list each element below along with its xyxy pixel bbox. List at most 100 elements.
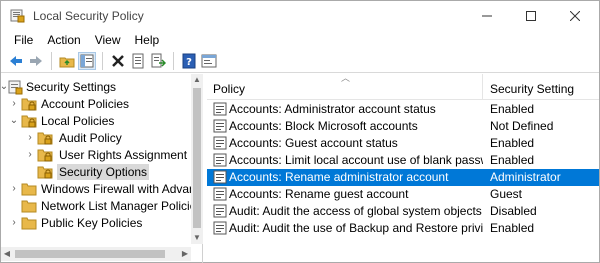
properties-icon [132, 53, 144, 68]
policy-list: ︿ Policy Security Setting Accounts: Admi… [207, 74, 599, 263]
expand-arrow-icon[interactable]: › [9, 96, 19, 112]
svg-text:?: ? [186, 57, 192, 68]
up-folder-icon [59, 57, 75, 67]
forward-button[interactable] [27, 52, 45, 70]
tree-item-label: Windows Firewall with Advanc [41, 182, 202, 196]
tree-item-label: Public Key Policies [41, 216, 143, 230]
tree-item-label: User Rights Assignment [59, 148, 188, 162]
export-list-button[interactable] [149, 52, 167, 70]
tree-item-account-policies[interactable]: › Account Policies [1, 96, 202, 112]
tree-item-security-settings[interactable]: ⌄ Security Settings [1, 79, 202, 95]
scrollbar-thumb[interactable] [15, 250, 165, 258]
title-bar: Local Security Policy [1, 1, 599, 31]
list-row-selected[interactable]: Accounts: Rename administrator account A… [207, 169, 599, 186]
tree-item-label: Security Options [57, 164, 150, 180]
list-row[interactable]: Accounts: Administrator account status E… [207, 101, 599, 118]
tree-item-security-options[interactable]: Security Options [1, 164, 202, 180]
policy-name: Accounts: Limit local account use of bla… [229, 153, 483, 167]
security-settings-icon [8, 80, 23, 95]
list-row[interactable]: Audit: Audit the access of global system… [207, 203, 599, 220]
scroll-left-icon[interactable]: ◀ [1, 248, 13, 260]
policy-name: Accounts: Administrator account status [229, 102, 436, 116]
scrollbar-thumb[interactable] [193, 88, 201, 228]
policy-icon [213, 187, 227, 201]
policy-icon [213, 221, 227, 235]
forward-icon [30, 55, 42, 66]
expand-arrow-icon[interactable]: › [25, 130, 35, 146]
list-header: ︿ Policy Security Setting [207, 74, 599, 100]
scroll-down-icon[interactable]: ▼ [191, 232, 203, 244]
scroll-up-icon[interactable]: ▲ [191, 74, 203, 86]
security-policy-app-icon [10, 9, 25, 23]
policy-name: Audit: Audit the access of global system… [229, 204, 482, 218]
policy-name: Accounts: Rename guest account [229, 187, 409, 201]
column-header-security-setting[interactable]: Security Setting [484, 74, 599, 100]
security-setting-value: Enabled [490, 102, 535, 116]
list-row[interactable]: Accounts: Guest account status Enabled [207, 135, 599, 152]
toolbar: ? [1, 49, 599, 73]
export-icon [151, 53, 166, 67]
help-button[interactable]: ? [180, 52, 198, 70]
list-row[interactable]: Accounts: Block Microsoft accounts Not D… [207, 118, 599, 135]
show-tree-button[interactable] [78, 51, 96, 70]
menu-action[interactable]: Action [40, 31, 87, 49]
security-setting-value: Disabled [490, 204, 537, 218]
security-setting-value: Guest [490, 187, 523, 201]
menu-help[interactable]: Help [128, 31, 167, 49]
menu-view[interactable]: View [88, 31, 128, 49]
toolbar-separator [173, 51, 174, 70]
security-setting-value: Enabled [490, 221, 535, 235]
tree-item-windows-firewall[interactable]: › Windows Firewall with Advanc [1, 181, 202, 197]
show-tree-icon [80, 54, 94, 67]
policy-icon [213, 136, 227, 150]
maximize-icon [526, 11, 536, 21]
security-setting-value: Enabled [490, 136, 535, 150]
tree-item-audit-policy[interactable]: › Audit Policy [1, 130, 202, 146]
console-button[interactable] [200, 52, 218, 70]
properties-button[interactable] [129, 52, 147, 70]
expand-arrow-icon[interactable]: › [9, 181, 19, 197]
tree-horizontal-scrollbar[interactable]: ◀ ▶ [1, 247, 191, 261]
policy-icon [213, 153, 227, 167]
up-folder-button[interactable] [58, 52, 76, 70]
policy-name: Accounts: Block Microsoft accounts [229, 119, 418, 133]
tree-item-public-key-policies[interactable]: › Public Key Policies [1, 215, 202, 231]
delete-button[interactable] [109, 52, 127, 70]
locked-folder-icon [37, 132, 53, 145]
expand-arrow-icon[interactable]: › [25, 147, 35, 163]
list-row[interactable]: Accounts: Rename guest account Guest [207, 186, 599, 203]
folder-icon [21, 217, 37, 230]
column-header-policy[interactable]: Policy [207, 74, 483, 100]
minimize-button[interactable] [465, 1, 509, 31]
collapse-arrow-icon[interactable]: ⌄ [9, 113, 19, 129]
navigation-tree: ⌄ Security Settings › Account Policies ⌄… [1, 74, 203, 263]
locked-folder-icon [37, 149, 53, 162]
expand-arrow-icon[interactable]: › [9, 215, 19, 231]
tree-item-label: Audit Policy [59, 131, 122, 145]
policy-name: Audit: Audit the use of Backup and Resto… [229, 221, 483, 235]
list-row[interactable]: Audit: Audit the use of Backup and Resto… [207, 220, 599, 237]
tree-item-user-rights-assignment[interactable]: › User Rights Assignment [1, 147, 202, 163]
list-row[interactable]: Accounts: Limit local account use of bla… [207, 152, 599, 169]
tree-item-network-list-manager[interactable]: Network List Manager Policies [1, 198, 202, 214]
toolbar-separator [51, 51, 52, 70]
tree-item-local-policies[interactable]: ⌄ Local Policies [1, 113, 202, 129]
folder-icon [21, 183, 37, 196]
maximize-button[interactable] [509, 1, 553, 31]
menu-file[interactable]: File [7, 31, 40, 49]
help-icon: ? [182, 53, 196, 68]
security-setting-value: Enabled [490, 153, 535, 167]
minimize-icon [482, 15, 492, 17]
tree-item-label: Security Settings [26, 80, 117, 94]
back-icon [10, 55, 22, 66]
policy-name: Accounts: Guest account status [229, 136, 398, 150]
close-icon [570, 11, 580, 21]
policy-icon [213, 170, 227, 184]
local-security-policy-window: Local Security Policy File Action View H… [0, 0, 600, 263]
policy-name: Accounts: Rename administrator account [229, 170, 449, 184]
back-button[interactable] [7, 52, 25, 70]
scroll-right-icon[interactable]: ▶ [179, 248, 191, 260]
close-button[interactable] [553, 1, 597, 31]
tree-vertical-scrollbar[interactable]: ▲ ▼ [191, 74, 203, 244]
console-icon [201, 54, 217, 67]
